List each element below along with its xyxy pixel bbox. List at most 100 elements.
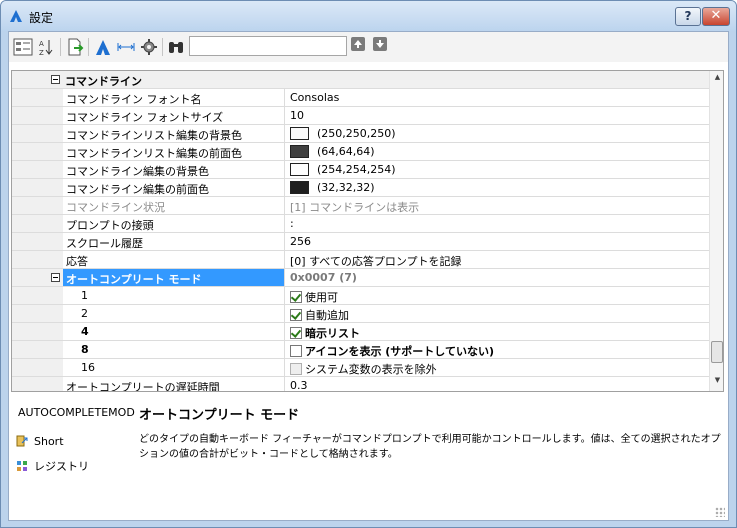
svg-text:Z: Z <box>39 49 44 57</box>
settings-window: 設定 ? ✕ AZ コマンドライン コマンドライン フォント名 Consolas… <box>0 0 737 528</box>
flag-value[interactable]: 暗示リスト <box>286 323 709 340</box>
binoculars-icon[interactable] <box>166 37 186 57</box>
checkbox-checked[interactable] <box>290 327 302 339</box>
color-value[interactable]: (250,250,250) <box>286 125 709 142</box>
collapse-icon[interactable] <box>51 273 60 282</box>
alphabetical-sort-icon[interactable]: AZ <box>36 37 56 57</box>
color-swatch <box>290 181 309 194</box>
flag-value[interactable]: アイコンを表示 (サポートしていない) <box>286 341 709 358</box>
color-rgb: (64,64,64) <box>317 145 375 158</box>
flag-bit: 2 <box>63 305 285 322</box>
dialog-body: AZ コマンドライン コマンドライン フォント名 Consolas コマンドライ… <box>8 31 729 521</box>
registry-link[interactable]: レジストリ <box>16 458 89 474</box>
flag-bit: 4 <box>63 323 285 340</box>
collapse-icon[interactable] <box>51 75 60 84</box>
property-row[interactable]: スクロール履歴 256 <box>12 233 709 251</box>
registry-link-label: レジストリ <box>34 460 89 473</box>
close-button[interactable]: ✕ <box>702 7 730 26</box>
property-value[interactable]: 0x0007 (7) <box>286 269 709 286</box>
property-row[interactable]: プロンプトの接頭 : <box>12 215 709 233</box>
property-row[interactable]: コマンドライン編集の前面色 (32,32,32) <box>12 179 709 197</box>
app-logo-icon <box>10 10 22 22</box>
registry-icon <box>17 461 27 471</box>
checkbox-checked[interactable] <box>290 291 302 303</box>
title-bar: 設定 ? ✕ <box>1 1 736 31</box>
property-value[interactable]: Consolas <box>286 89 709 106</box>
row-gutter <box>12 161 63 178</box>
property-name: オートコンプリートの遅延時間 <box>63 377 285 391</box>
flag-row[interactable]: 4 暗示リスト <box>12 323 709 341</box>
property-row[interactable]: コマンドライン編集の背景色 (254,254,254) <box>12 161 709 179</box>
color-value[interactable]: (32,32,32) <box>286 179 709 196</box>
property-name: コマンドラインリスト編集の前面色 <box>63 143 285 160</box>
color-rgb: (250,250,250) <box>317 127 396 140</box>
flag-value[interactable]: 自動追加 <box>286 305 709 322</box>
flag-value[interactable]: システム変数の表示を除外 <box>286 359 709 376</box>
short-link[interactable]: Short <box>16 435 64 448</box>
row-gutter <box>12 341 63 358</box>
search-input[interactable] <box>189 36 347 56</box>
scroll-up-icon[interactable]: ▲ <box>713 73 722 85</box>
color-value[interactable]: (254,254,254) <box>286 161 709 178</box>
flag-label: 暗示リスト <box>305 327 360 340</box>
property-row[interactable]: コマンドライン フォント名 Consolas <box>12 89 709 107</box>
property-value[interactable]: [0] すべての応答プロンプトを記録 <box>286 251 709 268</box>
short-link-label: Short <box>34 435 64 448</box>
property-value[interactable]: 10 <box>286 107 709 124</box>
resize-grip[interactable] <box>715 507 725 517</box>
property-row[interactable]: コマンドラインリスト編集の背景色 (250,250,250) <box>12 125 709 143</box>
property-value[interactable]: : <box>286 215 709 232</box>
row-gutter <box>12 143 63 160</box>
color-value[interactable]: (64,64,64) <box>286 143 709 160</box>
scrollbar-thumb[interactable] <box>711 341 723 363</box>
scroll-down-icon[interactable]: ▼ <box>713 376 722 388</box>
property-name: 応答 <box>63 251 285 268</box>
gear-icon[interactable] <box>139 37 159 57</box>
color-swatch <box>290 163 309 176</box>
property-row[interactable]: コマンドラインリスト編集の前面色 (64,64,64) <box>12 143 709 161</box>
property-name: コマンドライン フォント名 <box>63 89 285 106</box>
checkbox-disabled[interactable] <box>290 363 302 375</box>
arrow-up-icon[interactable] <box>351 37 365 51</box>
property-value[interactable]: 256 <box>286 233 709 250</box>
flag-row[interactable]: 8 アイコンを表示 (サポートしていない) <box>12 341 709 359</box>
row-gutter <box>12 107 63 124</box>
export-icon[interactable] <box>65 37 85 57</box>
row-gutter <box>12 215 63 232</box>
flag-row[interactable]: 2 自動追加 <box>12 305 709 323</box>
toolbar: AZ <box>9 32 728 62</box>
arrow-down-icon[interactable] <box>373 37 387 51</box>
property-row[interactable]: コマンドライン フォントサイズ 10 <box>12 107 709 125</box>
row-gutter <box>12 269 63 286</box>
vertical-scrollbar[interactable]: ▲ ▼ <box>709 71 723 391</box>
row-gutter <box>12 377 63 391</box>
row-gutter <box>12 89 63 106</box>
category-row-commandline[interactable]: コマンドライン <box>12 71 709 89</box>
flag-value[interactable]: 使用可 <box>286 287 709 304</box>
app-settings-icon[interactable] <box>93 37 113 57</box>
help-button[interactable]: ? <box>675 7 701 26</box>
dimension-icon[interactable] <box>116 37 136 57</box>
description-text: どのタイプの自動キーボード フィーチャーがコマンドプロンプトで利用可能かコントロ… <box>139 434 721 460</box>
flag-label: 自動追加 <box>305 309 349 322</box>
property-value[interactable]: 0.3 <box>286 377 709 391</box>
categorized-view-icon[interactable] <box>13 37 33 57</box>
color-swatch <box>290 127 309 140</box>
property-grid: コマンドライン コマンドライン フォント名 Consolas コマンドライン フ… <box>11 70 724 392</box>
flag-row[interactable]: 16 システム変数の表示を除外 <box>12 359 709 377</box>
property-name: コマンドライン編集の前面色 <box>63 179 285 196</box>
category-label: コマンドライン <box>65 75 142 88</box>
property-row-autocomplete[interactable]: オートコンプリート モード 0x0007 (7) <box>12 269 709 287</box>
row-gutter <box>12 359 63 376</box>
property-name: コマンドライン状況 <box>63 197 285 214</box>
description-pane: AUTOCOMPLETEMOD オートコンプリート モード どのタイプの自動キー… <box>9 397 728 520</box>
flag-row[interactable]: 1 使用可 <box>12 287 709 305</box>
property-row[interactable]: オートコンプリートの遅延時間 0.3 <box>12 377 709 391</box>
checkbox-unchecked[interactable] <box>290 345 302 357</box>
checkbox-checked[interactable] <box>290 309 302 321</box>
window-title: 設定 <box>29 11 54 25</box>
shortcut-icon <box>16 435 28 447</box>
property-row[interactable]: 応答 [0] すべての応答プロンプトを記録 <box>12 251 709 269</box>
color-swatch <box>290 145 309 158</box>
description-title: オートコンプリート モード <box>139 408 300 423</box>
